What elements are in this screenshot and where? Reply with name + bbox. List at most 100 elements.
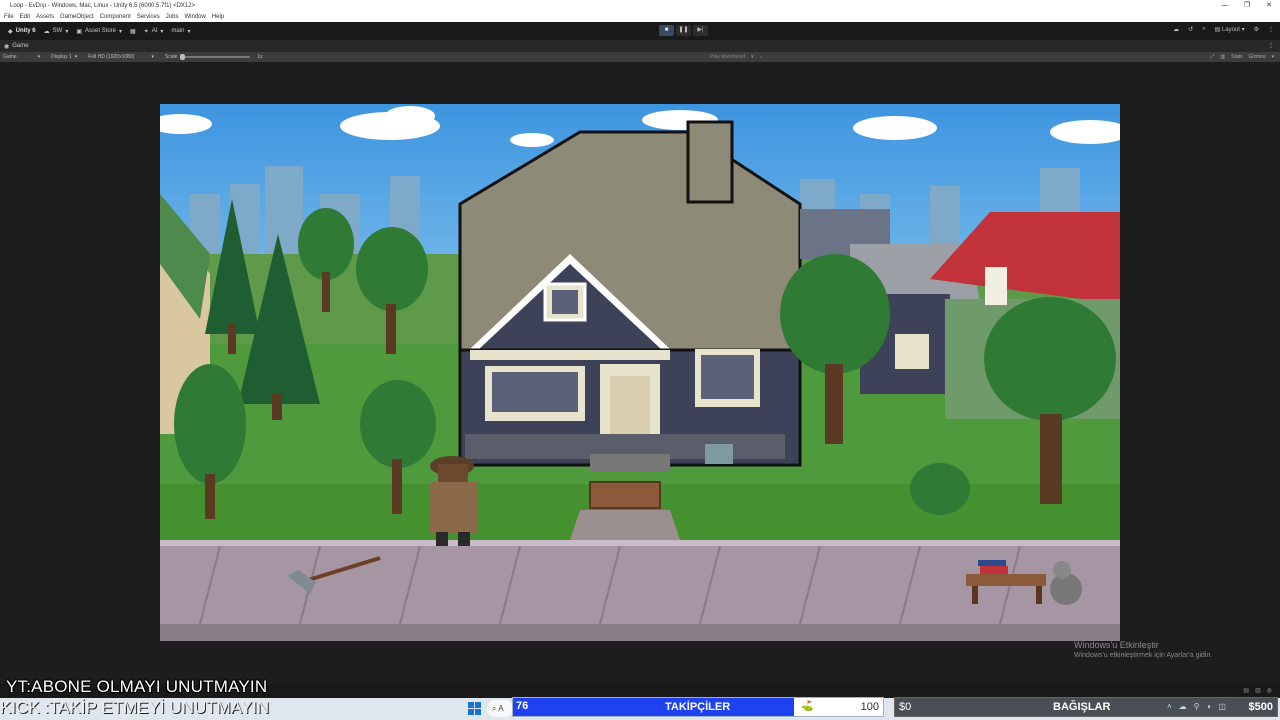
stats-button[interactable]: Stats — [1231, 54, 1242, 60]
package-icon: ▦ — [130, 28, 136, 35]
scale-control: Scale 1x — [165, 54, 263, 60]
settings-icon[interactable]: ⚙ — [1254, 26, 1259, 33]
followers-label: TAKİPÇİLER — [665, 701, 731, 713]
main-toolbar: ◆ Unity 6 ☁ SW ▾ ▣ Asset Store ▾ ▦ ✦ AI … — [0, 22, 1280, 40]
panel-tab-row: ◉ Game ⋮ — [0, 40, 1280, 52]
menu-services[interactable]: Services — [137, 14, 160, 20]
view-mode-dropdown[interactable]: Game ▾ — [3, 54, 40, 60]
menu-assets[interactable]: Assets — [36, 14, 54, 20]
layout-label: Layout — [1221, 27, 1240, 33]
cloud-sync-icon[interactable]: ☁ — [1173, 26, 1179, 33]
toolbar-right: ☁ ↺ ⌕ ▤ Layout ▾ ⚙ ⋮ — [1173, 26, 1274, 33]
menu-jobs[interactable]: Jobs — [166, 14, 179, 20]
resize-icon[interactable]: ⤢ — [1210, 54, 1214, 60]
donations-current: $0 — [899, 701, 912, 713]
tab-menu-icon[interactable]: ⋮ — [1268, 42, 1274, 49]
player-character — [430, 456, 478, 546]
cloud-icon: ☁ — [43, 28, 50, 35]
scale-label: Scale — [164, 54, 178, 60]
history-icon[interactable]: ↺ — [1188, 26, 1193, 33]
menu-file[interactable]: File — [4, 14, 14, 20]
chevron-down-icon: ▾ — [751, 54, 754, 60]
unity-icon: ◆ — [8, 28, 13, 35]
account-label: SW — [52, 28, 63, 34]
close-button[interactable]: ✕ — [1258, 0, 1280, 12]
chevron-down-icon[interactable]: ▾ — [1271, 54, 1274, 60]
donations-label: BAĞIŞLAR — [1053, 701, 1111, 713]
play-focus-dropdown[interactable]: Play Maximized ▾ ♪ — [710, 54, 762, 60]
chevron-down-icon: ▾ — [160, 28, 164, 35]
taskbar-search-text: A — [498, 704, 504, 713]
tab-game[interactable]: ◉ Game — [4, 43, 29, 50]
watermark-subtitle: Windows'u etkinleştirmek için Ayarlar'a … — [1074, 652, 1213, 659]
layers-icon[interactable]: ▥ — [1255, 687, 1261, 694]
scale-slider[interactable] — [180, 54, 251, 60]
console-icon[interactable]: ▤ — [1243, 687, 1249, 694]
maximize-button[interactable]: ❐ — [1236, 0, 1258, 12]
resolution-dropdown[interactable]: Full HD (1920x1080) ▾ — [88, 54, 154, 60]
view-mode-label: Game — [3, 54, 17, 60]
followers-progress-fill — [513, 698, 795, 716]
network-icon[interactable]: ◫ — [1218, 702, 1226, 711]
chevron-down-icon: ▾ — [74, 54, 78, 60]
taskbar-search[interactable]: ⌕ A — [487, 700, 513, 717]
scale-value: 1x — [257, 54, 263, 60]
asset-store-dropdown[interactable]: ▣ Asset Store ▾ — [76, 28, 122, 35]
followers-goal: 100 — [860, 701, 879, 713]
audio-icon[interactable]: ▥ — [1220, 54, 1225, 60]
ai-label: AI — [151, 28, 158, 34]
menu-gameobject[interactable]: GameObject — [60, 14, 94, 20]
menu-component[interactable]: Component — [100, 14, 131, 20]
search-icon[interactable]: ⌕ — [1202, 26, 1205, 33]
windows-start-icon[interactable] — [468, 702, 481, 715]
volume-icon[interactable]: ◖ — [1207, 702, 1212, 711]
unity-label: Unity 6 — [15, 28, 36, 34]
game-render[interactable] — [160, 104, 1120, 641]
chevron-down-icon: ▾ — [37, 54, 41, 60]
mute-icon[interactable]: ♪ — [760, 54, 763, 60]
window-title: Loop - EvDışı - Windows, Mac, Linux - Un… — [10, 3, 196, 9]
package-button[interactable]: ▦ — [130, 28, 136, 35]
cloud-icon[interactable]: ☁ — [1179, 702, 1187, 711]
layout-dropdown[interactable]: ▤ Layout ▾ — [1215, 26, 1245, 33]
unity-logo-button[interactable]: ◆ Unity 6 — [8, 28, 36, 35]
youtube-subscribe-overlay: YT:ABONE OLMAYI UNUTMAYIN — [6, 677, 268, 696]
notification-icon[interactable]: ◍ — [1267, 687, 1272, 694]
chevron-down-icon: ▾ — [187, 28, 191, 35]
game-view-right: ⤢ ▥ Stats Gizmos ▾ — [1210, 54, 1274, 60]
menu-window[interactable]: Window — [184, 14, 205, 20]
display-dropdown[interactable]: Display 1 ▾ — [51, 54, 77, 60]
gizmos-button[interactable]: Gizmos — [1249, 54, 1266, 60]
scale-slider-knob[interactable] — [180, 54, 186, 60]
kick-follow-overlay: KICK :TAKİP ETMEYİ UNUTMAYIN — [0, 698, 270, 717]
ai-dropdown[interactable]: ✦ AI ▾ — [144, 28, 164, 35]
resolution-label: Full HD (1920x1080) — [88, 54, 135, 60]
sparkle-icon: ✦ — [143, 28, 149, 35]
minimize-button[interactable]: — — [1214, 0, 1236, 12]
menu-help[interactable]: Help — [212, 14, 224, 20]
play-button[interactable]: ■ — [659, 25, 674, 36]
pause-button[interactable]: ❚❚ — [676, 25, 691, 36]
chevron-down-icon: ▾ — [151, 54, 154, 60]
more-icon[interactable]: ⋮ — [1268, 26, 1274, 33]
play-controls: ■ ❚❚ ▶| — [659, 25, 708, 36]
goal-icon: ⛳ — [801, 701, 814, 712]
watermark-title: Windows'u Etkinleştir — [1074, 640, 1159, 650]
step-button[interactable]: ▶| — [693, 25, 708, 36]
play-focus-label: Play Maximized — [710, 54, 746, 60]
menu-bar: File Edit Assets GameObject Component Se… — [0, 12, 1280, 22]
game-scene-image — [160, 104, 1120, 641]
followers-current: 76 — [516, 700, 529, 712]
game-view-toolbar: Game ▾ Display 1 ▾ Full HD (1920x1080) ▾… — [0, 52, 1280, 62]
donations-goal-bar: $0 BAĞIŞLAR ˄ ☁ ⚲ ◖ ◫ $500 — [894, 697, 1278, 717]
account-dropdown[interactable]: ☁ SW ▾ — [44, 28, 69, 35]
window-titlebar: Loop - EvDışı - Windows, Mac, Linux - Un… — [0, 0, 1280, 12]
branch-dropdown[interactable]: main ▾ — [171, 28, 190, 35]
system-tray: ˄ ☁ ⚲ ◖ ◫ — [1167, 702, 1226, 711]
menu-edit[interactable]: Edit — [20, 14, 30, 20]
asset-store-label: Asset Store — [85, 28, 117, 34]
tab-game-label: Game — [12, 43, 29, 49]
microphone-icon[interactable]: ⚲ — [1194, 702, 1200, 711]
chevron-up-icon[interactable]: ˄ — [1167, 702, 1172, 711]
activate-windows-watermark: Windows'u Etkinleştir Windows'u etkinleş… — [1074, 640, 1212, 659]
